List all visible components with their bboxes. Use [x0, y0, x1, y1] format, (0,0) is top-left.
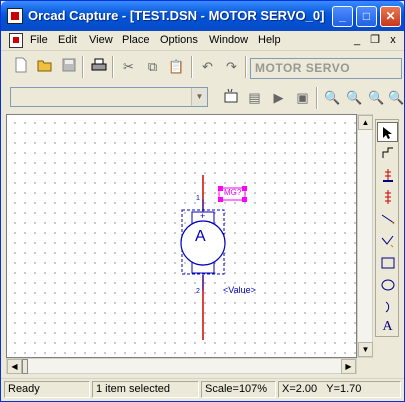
arc-icon[interactable]	[377, 297, 398, 317]
menu-edit[interactable]: Edit	[58, 34, 77, 46]
print-icon[interactable]	[87, 56, 110, 78]
menu-help[interactable]: Help	[258, 34, 281, 46]
part-name-field[interactable]: MOTOR SERVO	[250, 58, 402, 79]
status-bar: Ready 1 item selected Scale=107% X=2.00 …	[1, 378, 404, 400]
line-icon[interactable]	[377, 209, 398, 229]
status-coordinates: X=2.00 Y=1.70	[278, 381, 401, 398]
orcad-app-icon[interactable]	[7, 8, 23, 24]
mdi-minimize-button[interactable]: _	[349, 33, 365, 48]
plus-pin-label: +	[200, 211, 206, 221]
bom-icon[interactable]: ▣	[291, 87, 314, 109]
scroll-up-icon[interactable]: ▲	[358, 115, 373, 130]
open-folder-icon[interactable]	[33, 56, 56, 78]
status-scale: Scale=107%	[201, 381, 276, 398]
menu-view[interactable]: View	[89, 34, 113, 46]
mdi-restore-button[interactable]: ❐	[367, 33, 383, 48]
status-ready: Ready	[4, 381, 90, 398]
ellipse-icon[interactable]	[377, 275, 398, 295]
horizontal-scrollbar[interactable]: ◀ ▶	[6, 358, 357, 374]
status-y: Y=1.70	[326, 383, 362, 395]
menu-options[interactable]: Options	[160, 34, 198, 46]
text-icon[interactable]: A	[377, 317, 398, 337]
schematic-canvas[interactable]: MG? A + - 1 2 <Value>	[6, 114, 357, 358]
undo-icon[interactable]: ↶	[196, 56, 219, 78]
scroll-right-icon[interactable]: ▶	[341, 359, 356, 374]
draw-palette: A	[375, 119, 399, 337]
net-alias-icon[interactable]	[377, 165, 398, 185]
wire-icon[interactable]	[377, 143, 398, 163]
polyline-icon[interactable]	[377, 231, 398, 251]
pin-number-2: 2	[196, 288, 200, 295]
maximize-button[interactable]: □	[356, 6, 377, 27]
zoom-out-icon[interactable]: 🔍	[343, 87, 366, 109]
chevron-down-icon[interactable]: ▼	[191, 88, 207, 106]
motor-label: A	[195, 228, 206, 245]
window-title: Orcad Capture - [TEST.DSN - MOTOR SERVO_…	[28, 8, 325, 23]
rectangle-icon[interactable]	[377, 253, 398, 273]
minus-pin-label: -	[201, 260, 204, 270]
netlist-icon[interactable]: ▤	[243, 87, 266, 109]
horizontal-scroll-thumb[interactable]	[22, 359, 28, 374]
scroll-left-icon[interactable]: ◀	[7, 359, 22, 374]
minimize-button[interactable]: _	[332, 6, 353, 27]
bus-icon[interactable]	[377, 187, 398, 207]
zoom-all-icon[interactable]: 🔍	[385, 87, 405, 109]
orcad-window: Orcad Capture - [TEST.DSN - MOTOR SERVO_…	[0, 0, 405, 402]
scroll-down-icon[interactable]: ▼	[358, 342, 373, 357]
status-selection: 1 item selected	[92, 381, 199, 398]
select-arrow-icon[interactable]	[377, 122, 398, 142]
drc-icon[interactable]: ▶	[267, 87, 290, 109]
cut-icon[interactable]: ✂	[117, 56, 140, 78]
save-icon[interactable]	[57, 56, 80, 78]
schematic-selector-combo[interactable]: ▼	[10, 87, 208, 107]
menu-window[interactable]: Window	[209, 34, 248, 46]
menu-file[interactable]: File	[30, 34, 48, 46]
vertical-scrollbar[interactable]: ▲ ▼	[357, 114, 373, 358]
paste-icon[interactable]: 📋	[165, 56, 188, 78]
menu-place[interactable]: Place	[122, 34, 150, 46]
close-button[interactable]: ✕	[380, 6, 401, 27]
menu-bar: File Edit View Place Options Window Help…	[1, 31, 404, 51]
redo-icon[interactable]: ↷	[220, 56, 243, 78]
new-icon[interactable]	[9, 56, 32, 78]
pin-number-1: 1	[196, 195, 200, 202]
copy-icon[interactable]: ⧉	[141, 56, 164, 78]
part-value-label[interactable]: <Value>	[223, 285, 256, 295]
part-reference[interactable]: MG?	[224, 188, 241, 197]
status-x: X=2.00	[282, 383, 318, 395]
new-page-icon[interactable]	[219, 87, 242, 109]
document-icon[interactable]	[9, 33, 23, 48]
zoom-in-icon[interactable]: 🔍	[321, 87, 344, 109]
title-bar[interactable]: Orcad Capture - [TEST.DSN - MOTOR SERVO_…	[1, 1, 404, 31]
mdi-close-button[interactable]: x	[385, 33, 401, 48]
